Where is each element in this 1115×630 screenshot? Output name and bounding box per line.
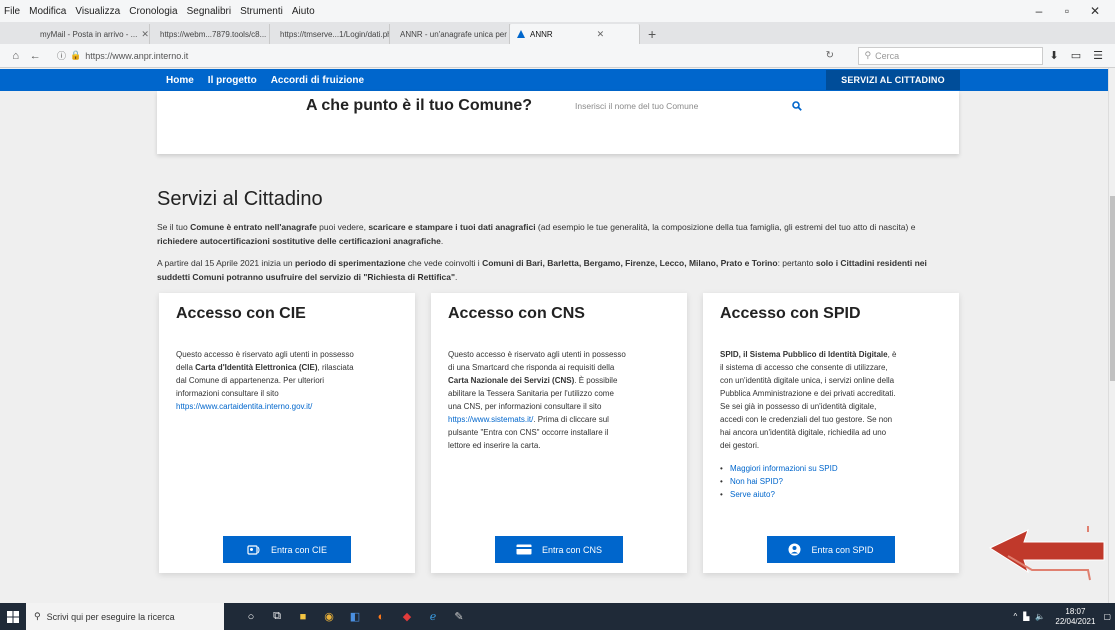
comune-search-card: A che punto è il tuo Comune? Inserisci i… bbox=[157, 91, 959, 154]
paint-icon[interactable]: ✎ bbox=[446, 603, 472, 630]
new-tab-button[interactable]: + bbox=[640, 24, 664, 44]
close-tab-icon[interactable]: ✕ bbox=[137, 29, 149, 40]
home-icon[interactable]: ⌂ bbox=[6, 50, 26, 62]
reload-icon[interactable]: ↻ bbox=[820, 50, 840, 61]
card-cie-body: Questo accesso è riservato agli utenti i… bbox=[176, 350, 354, 413]
close-tab-icon[interactable]: ✕ bbox=[593, 29, 605, 40]
system-tray: ^ ▙ 🔈 18:07 22/04/2021 ▢ bbox=[1014, 603, 1112, 630]
close-icon[interactable]: ✕ bbox=[1081, 4, 1109, 18]
search-icon: ⚲ bbox=[864, 50, 872, 60]
taskbar-apps: ○ ⧉ ■ ◉ ◧ ◐ ◆ ℯ ✎ bbox=[238, 603, 472, 630]
menu-cronologia[interactable]: Cronologia bbox=[129, 6, 177, 17]
site-nav: Home Il progetto Accordi di fruizione SE… bbox=[0, 69, 1115, 91]
menu-visualizza[interactable]: Visualizza bbox=[75, 6, 120, 17]
scrollbar-thumb[interactable] bbox=[1110, 196, 1115, 381]
comune-search-input[interactable]: Inserisci il nome del tuo Comune bbox=[575, 95, 783, 117]
spid-help-link[interactable]: Serve aiuto? bbox=[720, 488, 897, 501]
id-card-icon bbox=[247, 544, 261, 556]
smartcard-icon bbox=[516, 544, 532, 555]
notification-icon[interactable]: ▢ bbox=[1103, 612, 1111, 621]
library-icon[interactable]: ▭ bbox=[1065, 49, 1087, 62]
task-view-icon[interactable]: ⧉ bbox=[264, 603, 290, 630]
section-title: Servizi al Cittadino bbox=[157, 188, 323, 210]
comune-search-title: A che punto è il tuo Comune? bbox=[306, 97, 533, 114]
comune-search-button[interactable] bbox=[787, 95, 807, 117]
lock-icon: 🔒 bbox=[70, 50, 82, 60]
nav-home[interactable]: Home bbox=[166, 75, 194, 86]
card-spid-title: Accesso con SPID bbox=[720, 305, 861, 322]
windows-icon bbox=[7, 610, 19, 623]
hamburger-menu-icon[interactable]: ☰ bbox=[1087, 49, 1109, 62]
download-icon[interactable]: ⬇ bbox=[1043, 49, 1065, 62]
card-spid: Accesso con SPID SPID, il Sistema Pubbli… bbox=[703, 293, 959, 573]
entra-con-cns-button[interactable]: Entra con CNS bbox=[495, 536, 623, 563]
tab-tmserve[interactable]: https://tmserve...1/Login/dati.php✕ bbox=[270, 24, 390, 44]
window-controls: – ▫ ✕ bbox=[1025, 0, 1109, 22]
url-bar[interactable]: ⓘ 🔒 https://www.anpr.interno.it bbox=[53, 47, 760, 65]
sperimentazione-paragraph: A partire dal 15 Aprile 2021 inizia un p… bbox=[157, 258, 927, 282]
browser-nav-bar: ⌂ ← ⓘ 🔒 https://www.anpr.interno.it ↻ ⚲ … bbox=[0, 44, 1115, 68]
card-cie-title: Accesso con CIE bbox=[176, 305, 306, 322]
chevron-up-icon[interactable]: ^ bbox=[1014, 612, 1018, 621]
card-cns-title: Accesso con CNS bbox=[448, 305, 585, 322]
spid-links: Maggiori informazioni su SPID Non hai SP… bbox=[720, 462, 897, 501]
info-icon: ⓘ bbox=[57, 51, 67, 61]
edge-icon[interactable]: ℯ bbox=[420, 603, 446, 630]
tab-anpr[interactable]: ANNR ✕ bbox=[510, 24, 640, 44]
cortana-icon[interactable]: ○ bbox=[238, 603, 264, 630]
minimize-icon[interactable]: – bbox=[1025, 4, 1053, 18]
red-arrow-annotation bbox=[988, 526, 1105, 581]
card-spid-body: SPID, il Sistema Pubblico di Identità Di… bbox=[720, 348, 897, 501]
menu-segnalibri[interactable]: Segnalibri bbox=[187, 6, 231, 17]
menu-strumenti[interactable]: Strumenti bbox=[240, 6, 283, 17]
spid-no-spid-link[interactable]: Non hai SPID? bbox=[720, 475, 897, 488]
entra-con-cie-button[interactable]: Entra con CIE bbox=[223, 536, 351, 563]
intro-paragraph: Se il tuo Comune è entrato nell'anagrafe… bbox=[157, 222, 916, 246]
toolbar-icons: ⬇ ▭ ☰ bbox=[1043, 49, 1115, 62]
outlook-icon[interactable]: ◧ bbox=[342, 603, 368, 630]
cns-info-link[interactable]: https://www.sistemats.it/ bbox=[448, 415, 533, 424]
tab-webmail[interactable]: https://webm...7879.tools/c8...✕ bbox=[150, 24, 270, 44]
start-button[interactable] bbox=[0, 603, 26, 630]
search-icon: ⚲ bbox=[34, 611, 41, 621]
tab-strip: myMail - Posta in arrivo - ... ✕ https://… bbox=[0, 22, 1115, 44]
speaker-icon[interactable]: 🔈 bbox=[1035, 612, 1045, 621]
url-text: https://www.anpr.interno.it bbox=[85, 50, 189, 61]
page-scrollbar[interactable] bbox=[1108, 68, 1115, 603]
anpr-logo-icon bbox=[516, 29, 526, 39]
cie-info-link[interactable]: https://www.cartaidentita.interno.gov.it… bbox=[176, 400, 354, 413]
user-icon bbox=[788, 543, 801, 556]
page-content: A che punto è il tuo Comune? Inserisci i… bbox=[0, 91, 1108, 603]
file-explorer-icon[interactable]: ■ bbox=[290, 603, 316, 630]
network-icon[interactable]: ▙ bbox=[1023, 612, 1029, 621]
nav-il-progetto[interactable]: Il progetto bbox=[208, 75, 257, 86]
nav-accordi[interactable]: Accordi di fruizione bbox=[271, 75, 364, 86]
chrome-icon[interactable]: ◉ bbox=[316, 603, 342, 630]
firefox-icon[interactable]: ◐ bbox=[368, 603, 394, 630]
card-cie: Accesso con CIE Questo accesso è riserva… bbox=[159, 293, 415, 573]
card-cns-body: Questo accesso è riservato agli utenti i… bbox=[448, 350, 626, 450]
back-icon[interactable]: ← bbox=[26, 50, 46, 62]
spid-more-info-link[interactable]: Maggiori informazioni su SPID bbox=[720, 462, 897, 475]
browser-menu-bar: File Modifica Visualizza Cronologia Segn… bbox=[0, 0, 1115, 22]
clock[interactable]: 18:07 22/04/2021 bbox=[1055, 607, 1095, 627]
tab-mymail[interactable]: myMail - Posta in arrivo - ... ✕ bbox=[30, 24, 150, 44]
acrobat-icon[interactable]: ◆ bbox=[394, 603, 420, 630]
taskbar-search-input[interactable]: ⚲ Scrivi qui per eseguire la ricerca bbox=[26, 603, 224, 630]
menu-modifica[interactable]: Modifica bbox=[29, 6, 66, 17]
windows-taskbar: ⚲ Scrivi qui per eseguire la ricerca ○ ⧉… bbox=[0, 603, 1115, 630]
servizi-cittadino-button[interactable]: SERVIZI AL CITTADINO bbox=[826, 70, 960, 90]
entra-con-spid-button[interactable]: Entra con SPID bbox=[767, 536, 895, 563]
tab-anpr-info[interactable]: ANNR - un'anagrafe unica per il...✕ bbox=[390, 24, 510, 44]
card-cns: Accesso con CNS Questo accesso è riserva… bbox=[431, 293, 687, 573]
maximize-icon[interactable]: ▫ bbox=[1053, 4, 1081, 18]
menu-aiuto[interactable]: Aiuto bbox=[292, 6, 315, 17]
search-icon bbox=[792, 101, 802, 111]
menu-file[interactable]: File bbox=[4, 6, 20, 17]
browser-search-input[interactable]: ⚲ Cerca bbox=[857, 46, 1043, 65]
